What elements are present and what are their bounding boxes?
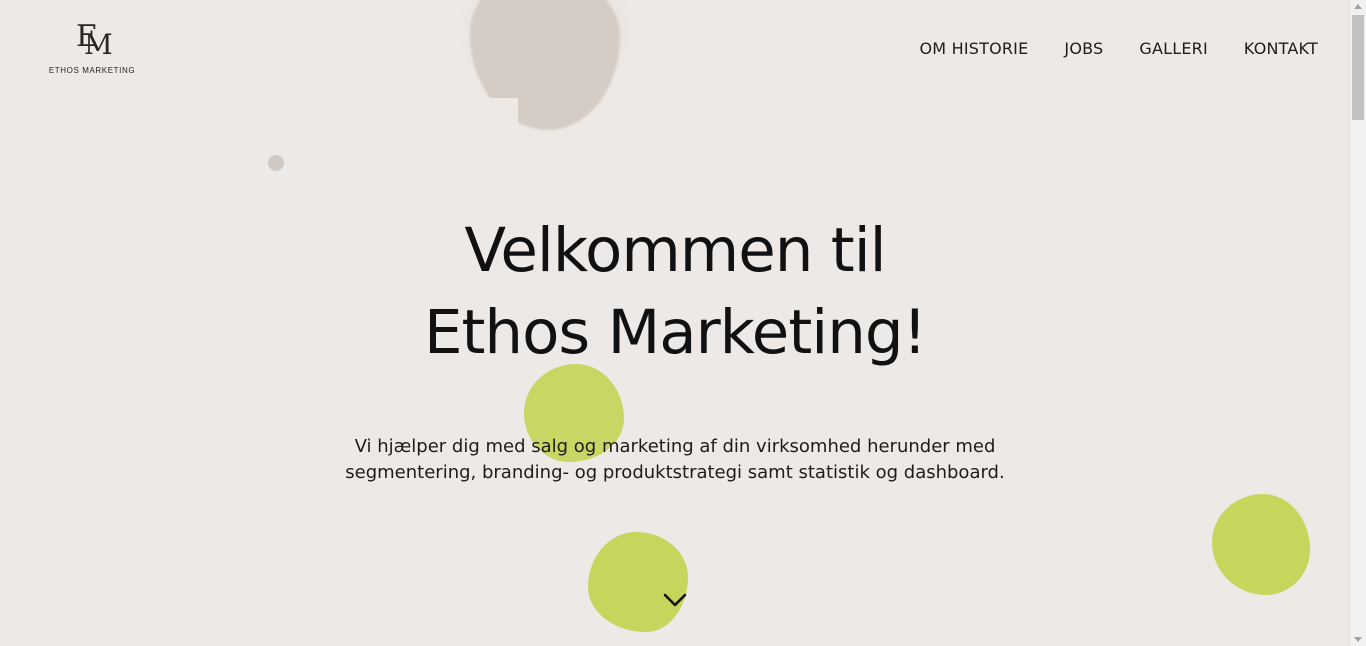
decorative-blob-cut [470,98,518,138]
hero-title: Velkommen til Ethos Marketing! [300,210,1050,374]
scroll-down-arrow-icon[interactable] [1354,637,1362,642]
main-nav: OM HISTORIE JOBS GALLERI KONTAKT [920,38,1319,60]
decorative-blob-green [588,532,688,632]
logo-text: ETHOS MARKETING [48,66,136,75]
logo-letter-m: M [84,28,113,61]
hero-title-line: Velkommen til [464,215,886,286]
nav-item-kontakt[interactable]: KONTAKT [1244,38,1318,60]
scroll-down-button[interactable] [660,588,690,612]
logo-mark: E M [46,20,138,62]
page: E M ETHOS MARKETING OM HISTORIE JOBS GAL… [0,0,1366,646]
hero-subtitle-line: segmentering, branding- og produktstrate… [345,462,1005,483]
hero-title-line: Ethos Marketing! [423,297,927,368]
decorative-blob-green [1212,494,1310,595]
vertical-scrollbar[interactable] [1349,0,1366,646]
chevron-down-icon [663,593,687,607]
nav-item-om-historie[interactable]: OM HISTORIE [920,38,1029,60]
scroll-up-arrow-icon[interactable] [1354,4,1362,9]
logo[interactable]: E M ETHOS MARKETING [46,20,138,78]
decorative-dot [268,155,284,171]
nav-item-galleri[interactable]: GALLERI [1139,38,1208,60]
hero-subtitle: Vi hjælper dig med salg og marketing af … [300,434,1050,486]
hero-subtitle-line: Vi hjælper dig med salg og marketing af … [354,436,996,457]
scrollbar-thumb[interactable] [1352,15,1364,120]
nav-item-jobs[interactable]: JOBS [1064,38,1103,60]
